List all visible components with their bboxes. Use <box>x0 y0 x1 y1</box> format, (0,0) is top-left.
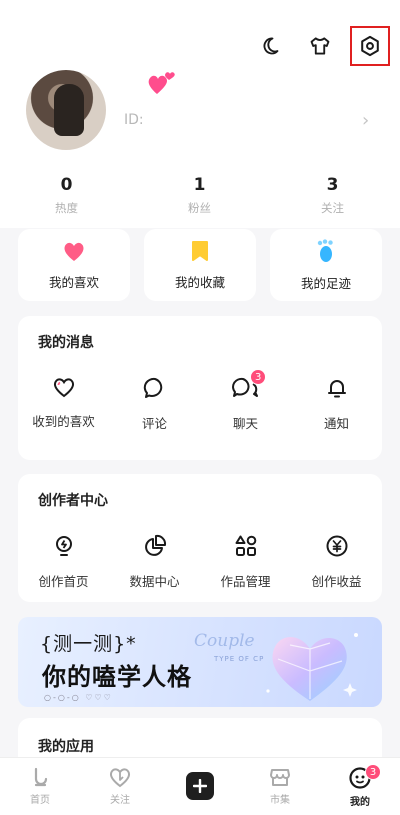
quick-action-label: 我的足迹 <box>300 275 351 291</box>
menu-label: 作品管理 <box>220 574 271 589</box>
tab-label: 市集 <box>270 795 290 806</box>
works-management-button[interactable]: 作品管理 <box>200 534 291 590</box>
chat-button[interactable]: 3 聊天 <box>200 369 291 432</box>
profile-header: ID: › 0 热度 1 粉丝 3 关注 <box>0 0 400 228</box>
comment-icon <box>143 377 162 398</box>
menu-label: 聊天 <box>232 416 258 431</box>
shirt-icon[interactable] <box>302 28 338 64</box>
chevron-right-icon[interactable]: › <box>362 110 369 131</box>
tab-follow[interactable]: 关注 <box>80 758 160 815</box>
menu-label: 创作首页 <box>38 574 89 589</box>
quick-action-label: 我的喜欢 <box>48 274 99 290</box>
stat-fans[interactable]: 1 粉丝 <box>133 175 266 216</box>
menu-label: 创作收益 <box>311 574 362 589</box>
tab-home[interactable]: 首页 <box>0 758 80 815</box>
stat-following[interactable]: 3 关注 <box>266 175 399 216</box>
menu-label: 收到的喜欢 <box>32 414 95 429</box>
tab-create[interactable] <box>160 758 240 815</box>
bell-icon <box>327 380 346 398</box>
heart-outline-icon <box>53 378 74 398</box>
profile-stats: 0 热度 1 粉丝 3 关注 <box>0 175 400 216</box>
creator-grid: 创作首页 数据中心 作品管理 创作收益 <box>18 534 382 590</box>
received-likes-button[interactable]: 收到的喜欢 <box>18 376 109 432</box>
comments-button[interactable]: 评论 <box>109 376 200 432</box>
settings-icon[interactable] <box>350 26 390 66</box>
bottom-tab-bar: 首页 关注 市集 3 我的 <box>0 757 400 815</box>
section-title: 我的消息 <box>38 335 94 351</box>
avatar-photo <box>54 84 84 136</box>
yuan-icon <box>326 535 347 557</box>
market-icon <box>270 769 290 786</box>
quick-actions: 我的喜欢 我的收藏 我的足迹 <box>18 229 382 301</box>
user-id-label: ID: <box>124 112 144 128</box>
stat-label: 热度 <box>55 201 78 215</box>
home-icon <box>34 767 48 787</box>
promo-banner[interactable]: {测一测}* 你的嗑学人格 ○-○-○ ♡♡♡ Couple TYPE OF C… <box>18 617 382 707</box>
heart-icon <box>64 242 84 261</box>
creator-home-button[interactable]: 创作首页 <box>18 534 109 590</box>
plus-icon <box>186 772 214 800</box>
heart-crystal-icon <box>266 633 358 701</box>
data-center-button[interactable]: 数据中心 <box>109 534 200 590</box>
my-footprints-button[interactable]: 我的足迹 <box>270 229 382 301</box>
bookmark-icon <box>192 240 208 261</box>
hearts-decoration-icon <box>147 70 177 100</box>
unread-badge: 3 <box>250 369 267 385</box>
menu-label: 数据中心 <box>129 574 180 589</box>
menu-label: 通知 <box>323 416 349 431</box>
quick-action-label: 我的收藏 <box>174 274 225 290</box>
stat-label: 关注 <box>321 201 344 215</box>
stat-label: 粉丝 <box>188 201 211 215</box>
grid-icon <box>235 535 256 556</box>
tab-market[interactable]: 市集 <box>240 758 320 815</box>
tab-me[interactable]: 3 我的 <box>320 758 400 815</box>
moon-icon[interactable] <box>252 28 288 64</box>
creator-earnings-button[interactable]: 创作收益 <box>291 534 382 590</box>
notifications-button[interactable]: 通知 <box>291 376 382 432</box>
messages-card: 我的消息 收到的喜欢 评论 3 聊天 通知 <box>18 316 382 460</box>
creator-center-card: 创作者中心 创作首页 数据中心 作品管理 创作收益 <box>18 474 382 602</box>
bulb-icon <box>55 536 72 556</box>
tab-label: 我的 <box>350 797 370 808</box>
messages-grid: 收到的喜欢 评论 3 聊天 通知 <box>18 369 382 432</box>
follow-icon <box>109 768 131 788</box>
stat-value: 3 <box>326 175 339 195</box>
avatar[interactable] <box>26 70 106 150</box>
stat-value: 0 <box>60 175 73 195</box>
banner-title: {测一测}* <box>40 633 137 655</box>
my-likes-button[interactable]: 我的喜欢 <box>18 229 130 301</box>
footprint-icon <box>317 238 333 262</box>
banner-headline: 你的嗑学人格 <box>42 663 192 691</box>
top-toolbar <box>252 26 390 66</box>
menu-label: 评论 <box>141 416 167 431</box>
banner-decoration: ○-○-○ ♡♡♡ <box>44 693 113 702</box>
section-title: 我的应用 <box>38 739 94 755</box>
pie-chart-icon <box>144 534 166 556</box>
my-favorites-button[interactable]: 我的收藏 <box>144 229 256 301</box>
tab-label: 关注 <box>110 795 130 806</box>
stat-heat[interactable]: 0 热度 <box>0 175 133 216</box>
tab-badge: 3 <box>365 764 381 780</box>
tab-label: 首页 <box>30 795 50 806</box>
banner-script-text: Couple <box>194 631 255 651</box>
stat-value: 1 <box>193 175 206 195</box>
section-title: 创作者中心 <box>38 493 108 509</box>
